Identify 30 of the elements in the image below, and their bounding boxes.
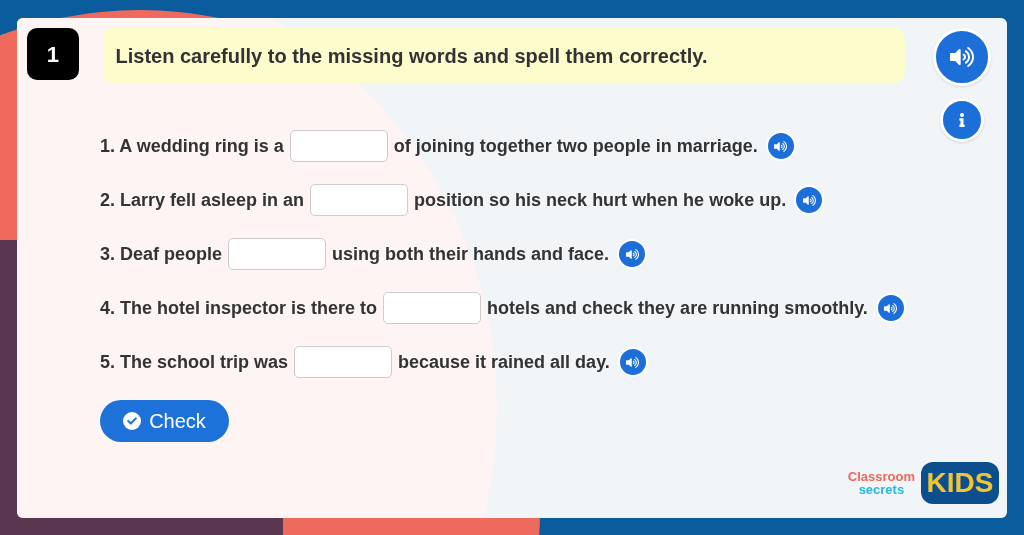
sentence-text: of joining together two people in marriage.	[393, 134, 758, 158]
speaker-icon	[625, 247, 639, 261]
speaker-button[interactable]	[794, 185, 825, 215]
speaker-icon	[626, 355, 640, 369]
sentence-text: 5. The school trip was	[100, 350, 289, 374]
speaker-button[interactable]	[875, 293, 906, 323]
sentence-text: 1. A wedding ring is a	[100, 134, 284, 158]
sentence-text: using both their hands and face.	[332, 242, 610, 266]
info-button[interactable]	[940, 98, 984, 142]
speaker-button[interactable]	[617, 239, 648, 269]
speaker-button[interactable]	[933, 28, 991, 86]
speaker-button[interactable]	[765, 131, 796, 161]
speaker-icon	[774, 139, 788, 153]
sentence-text: 3. Deaf people	[100, 242, 223, 266]
speaker-button[interactable]	[617, 347, 648, 377]
instruction-text: Listen carefully to the missing words and spell them correctly.	[102, 28, 905, 83]
sentence-text: because it rained all day.	[398, 350, 610, 374]
sentence-text: hotels and check they are running smoothly.	[487, 296, 868, 320]
speaker-icon	[884, 301, 898, 315]
check-button[interactable]: Check	[100, 400, 229, 442]
speaker-icon	[802, 193, 816, 207]
speaker-icon	[950, 45, 974, 69]
logo-text: Classroom	[847, 470, 915, 483]
sentence-text: 2. Larry fell asleep in an	[100, 188, 305, 212]
sentence-text: position so his neck hurt when he woke up.	[414, 188, 787, 212]
sentence-text: 4. The hotel inspector is there to	[100, 296, 378, 320]
logo-text: secrets	[858, 483, 905, 496]
kids-badge: KIDS	[921, 462, 999, 504]
check-icon	[123, 412, 142, 430]
question-number: 1	[27, 28, 79, 80]
